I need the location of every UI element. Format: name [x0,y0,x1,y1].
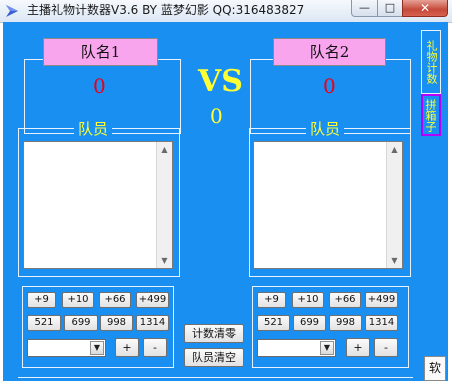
team2-score: 0 [323,74,336,98]
minimize-button[interactable]: — [351,0,378,17]
team2-preset-1314-button[interactable]: 1314 [365,315,398,331]
scroll-down-icon[interactable]: ▼ [387,253,402,268]
close-icon: ✕ [419,1,431,15]
chevron-down-icon[interactable]: ▼ [320,341,334,355]
team2-preset-699-button[interactable]: 699 [293,315,326,331]
team1-members-label: 队员 [74,118,113,139]
team2-preset-998-button[interactable]: 998 [329,315,362,331]
team2-preset-521-button[interactable]: 521 [257,315,290,331]
team1-add-499-button[interactable]: +499 [136,292,169,308]
clear-members-button[interactable]: 队员清空 [184,348,244,367]
maximize-icon: □ [384,1,396,14]
team2-name[interactable]: 队名2 [273,38,386,66]
vs-label: VS [198,64,243,99]
team1-preset-998-button[interactable]: 998 [100,315,133,331]
team1-preset-699-button[interactable]: 699 [64,315,98,331]
title-bar[interactable]: 主播礼物计数器V3.6 BY 蓝梦幻影 QQ:316483827 — □ ✕ [0,0,452,23]
team2-plus-button[interactable]: + [346,338,370,357]
team1-minus-button[interactable]: - [143,338,167,357]
maximize-button[interactable]: □ [377,0,403,17]
reset-count-button[interactable]: 计数清零 [184,324,244,343]
scroll-up-icon[interactable]: ▲ [387,142,402,157]
tab-gift-count[interactable]: 礼物计数 [421,30,441,94]
team1-add-66-button[interactable]: +66 [99,292,131,308]
team2-add-10-button[interactable]: +10 [292,292,324,308]
close-button[interactable]: ✕ [402,0,448,17]
team1-add-10-button[interactable]: +10 [62,292,94,308]
bottom-divider [18,377,413,378]
app-icon [6,5,18,17]
team2-gift-select[interactable]: ▼ [257,339,336,357]
team1-member-list-scrollbar[interactable]: ▲ ▼ [156,142,172,268]
team1-score: 0 [93,74,106,98]
team2-member-list-scrollbar[interactable]: ▲ ▼ [386,142,402,268]
vs-total: 0 [210,104,223,128]
team2-add-499-button[interactable]: +499 [365,292,398,308]
team2-add-9-button[interactable]: +9 [257,292,286,308]
team1-name[interactable]: 队名1 [43,38,158,66]
team2-members-label: 队员 [306,118,345,139]
tab-box-battle[interactable]: 拼箱子 [421,94,441,136]
team2-minus-button[interactable]: - [374,338,398,357]
team1-add-9-button[interactable]: +9 [27,292,56,308]
team2-member-list[interactable]: ▲ ▼ [253,141,403,269]
window-title: 主播礼物计数器V3.6 BY 蓝梦幻影 QQ:316483827 [27,3,305,17]
team1-member-list[interactable]: ▲ ▼ [23,141,173,269]
client-area: 队名1 0 VS 0 队名2 0 礼物计数 拼箱子 队员 ▲ ▼ 队员 ▲ ▼ … [3,22,448,381]
scroll-down-icon[interactable]: ▼ [157,253,172,268]
tab-soft[interactable]: 软 [424,356,446,381]
team1-preset-521-button[interactable]: 521 [27,315,61,331]
chevron-down-icon[interactable]: ▼ [90,341,104,355]
team1-gift-select[interactable]: ▼ [27,339,106,357]
team1-plus-button[interactable]: + [115,338,139,357]
minimize-icon: — [359,1,370,14]
scroll-up-icon[interactable]: ▲ [157,142,172,157]
team1-preset-1314-button[interactable]: 1314 [136,315,169,331]
team2-add-66-button[interactable]: +66 [329,292,361,308]
